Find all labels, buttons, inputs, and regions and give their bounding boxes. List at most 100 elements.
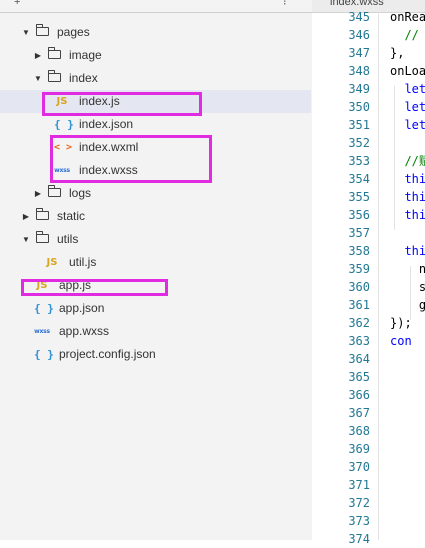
- wxss-file-icon: wxss: [54, 167, 70, 174]
- tree-item-label: static: [57, 209, 86, 223]
- wxss-file-icon: wxss: [34, 328, 50, 335]
- tree-item-label: project.config.json: [59, 347, 156, 361]
- tree-item-label: index.wxml: [79, 140, 139, 154]
- line-number: 352: [348, 136, 370, 150]
- wxml-file-icon: < >: [54, 142, 73, 153]
- line-number: 360: [348, 280, 370, 294]
- line-number: 369: [348, 442, 370, 456]
- line-number: 347: [348, 46, 370, 60]
- json-file-icon: { }: [54, 118, 74, 131]
- line-number: 354: [348, 172, 370, 186]
- indent-guide: [410, 266, 411, 320]
- file-explorer: + ⁝ ▼ pages ▶ image ▼ index JS index.js{ } index…: [0, 0, 313, 540]
- json-file-icon: { }: [34, 348, 54, 361]
- code-line: });: [390, 316, 412, 330]
- code-line: onRea: [390, 10, 425, 24]
- line-number: 348: [348, 64, 370, 78]
- chevron-down-icon[interactable]: ▼: [21, 21, 31, 44]
- folder-icon: [47, 47, 61, 59]
- code-line: thi: [390, 208, 425, 222]
- line-number: 371: [348, 478, 370, 492]
- line-number: 358: [348, 244, 370, 258]
- code-line: let: [390, 82, 425, 96]
- tree-item-label: logs: [69, 186, 92, 200]
- toolbar-more-icon[interactable]: ⁝: [283, 0, 287, 8]
- json-file-icon: { }: [34, 302, 54, 315]
- indent-guide: [378, 14, 379, 540]
- code-line: con: [390, 334, 412, 348]
- tree-item-label: app.js: [59, 278, 92, 292]
- tree-item-label: utils: [57, 232, 79, 246]
- folder-open-icon: [47, 70, 61, 82]
- folder-icon: [47, 185, 61, 197]
- tree-item-pages[interactable]: ▼ pages: [0, 21, 311, 44]
- tree-item-label: index.js: [79, 94, 120, 108]
- line-number: 346: [348, 28, 370, 42]
- code-line: onLoa: [390, 64, 425, 78]
- tree-item-label: index.json: [79, 117, 134, 131]
- tree-item-label: pages: [57, 25, 90, 39]
- chevron-down-icon[interactable]: ▼: [33, 67, 43, 90]
- line-number: 356: [348, 208, 370, 222]
- chevron-right-icon[interactable]: ▶: [21, 205, 31, 228]
- tree-item-label: image: [69, 48, 102, 62]
- tree-item-app-wxss[interactable]: wxss app.wxss: [0, 320, 311, 343]
- folder-icon: [35, 208, 49, 220]
- tree-item-utils[interactable]: ▼ utils: [0, 228, 311, 251]
- chevron-down-icon[interactable]: ▼: [21, 228, 31, 251]
- code-line: thi: [390, 172, 425, 186]
- tree-item-index-wxml[interactable]: < > index.wxml: [0, 136, 311, 159]
- line-number: 374: [348, 532, 370, 546]
- tree-item-label: index.wxss: [79, 163, 138, 177]
- tree-item-app-json[interactable]: { } app.json: [0, 297, 311, 320]
- code-line: //: [390, 28, 419, 42]
- line-number: 361: [348, 298, 370, 312]
- line-number: 372: [348, 496, 370, 510]
- line-number: 368: [348, 424, 370, 438]
- chevron-right-icon[interactable]: ▶: [33, 182, 43, 205]
- tree-item-label: index: [69, 71, 98, 85]
- code-line: let: [390, 118, 425, 132]
- code-line: thi: [390, 244, 425, 258]
- tree-item-index-json[interactable]: { } index.json: [0, 113, 311, 136]
- js-file-icon: JS: [46, 257, 58, 268]
- toolbar-icon[interactable]: +: [14, 0, 20, 8]
- js-file-icon: JS: [36, 280, 48, 291]
- line-number: 365: [348, 370, 370, 384]
- line-number: 367: [348, 406, 370, 420]
- line-number: 364: [348, 352, 370, 366]
- tree-item-index[interactable]: ▼ index: [0, 67, 311, 90]
- tree-item-image[interactable]: ▶ image: [0, 44, 311, 67]
- line-number: 349: [348, 82, 370, 96]
- code-editor[interactable]: index.wxss 345 346 347 348 349 350 351 352 353 35…: [312, 0, 425, 546]
- tree-item-app-js[interactable]: JS app.js: [0, 274, 311, 297]
- chevron-right-icon[interactable]: ▶: [33, 44, 43, 67]
- code-line: n: [390, 262, 425, 276]
- line-number: 355: [348, 190, 370, 204]
- line-number: 357: [348, 226, 370, 240]
- tree-item-project-config-json[interactable]: { } project.config.json: [0, 343, 311, 366]
- line-number: 359: [348, 262, 370, 276]
- line-number: 351: [348, 118, 370, 132]
- tree-item-label: app.json: [59, 301, 105, 315]
- tree-item-label: app.wxss: [59, 324, 110, 338]
- line-number: 362: [348, 316, 370, 330]
- line-number: 366: [348, 388, 370, 402]
- tree-item-static[interactable]: ▶ static: [0, 205, 311, 228]
- tree-item-index-wxss[interactable]: wxss index.wxss: [0, 159, 311, 182]
- tree-item-util-js[interactable]: JS util.js: [0, 251, 311, 274]
- tree-item-logs[interactable]: ▶ logs: [0, 182, 311, 205]
- code-line: },: [390, 46, 405, 60]
- tree-item-index-js[interactable]: JS index.js: [0, 90, 311, 113]
- line-number: 363: [348, 334, 370, 348]
- folder-open-icon: [35, 24, 49, 36]
